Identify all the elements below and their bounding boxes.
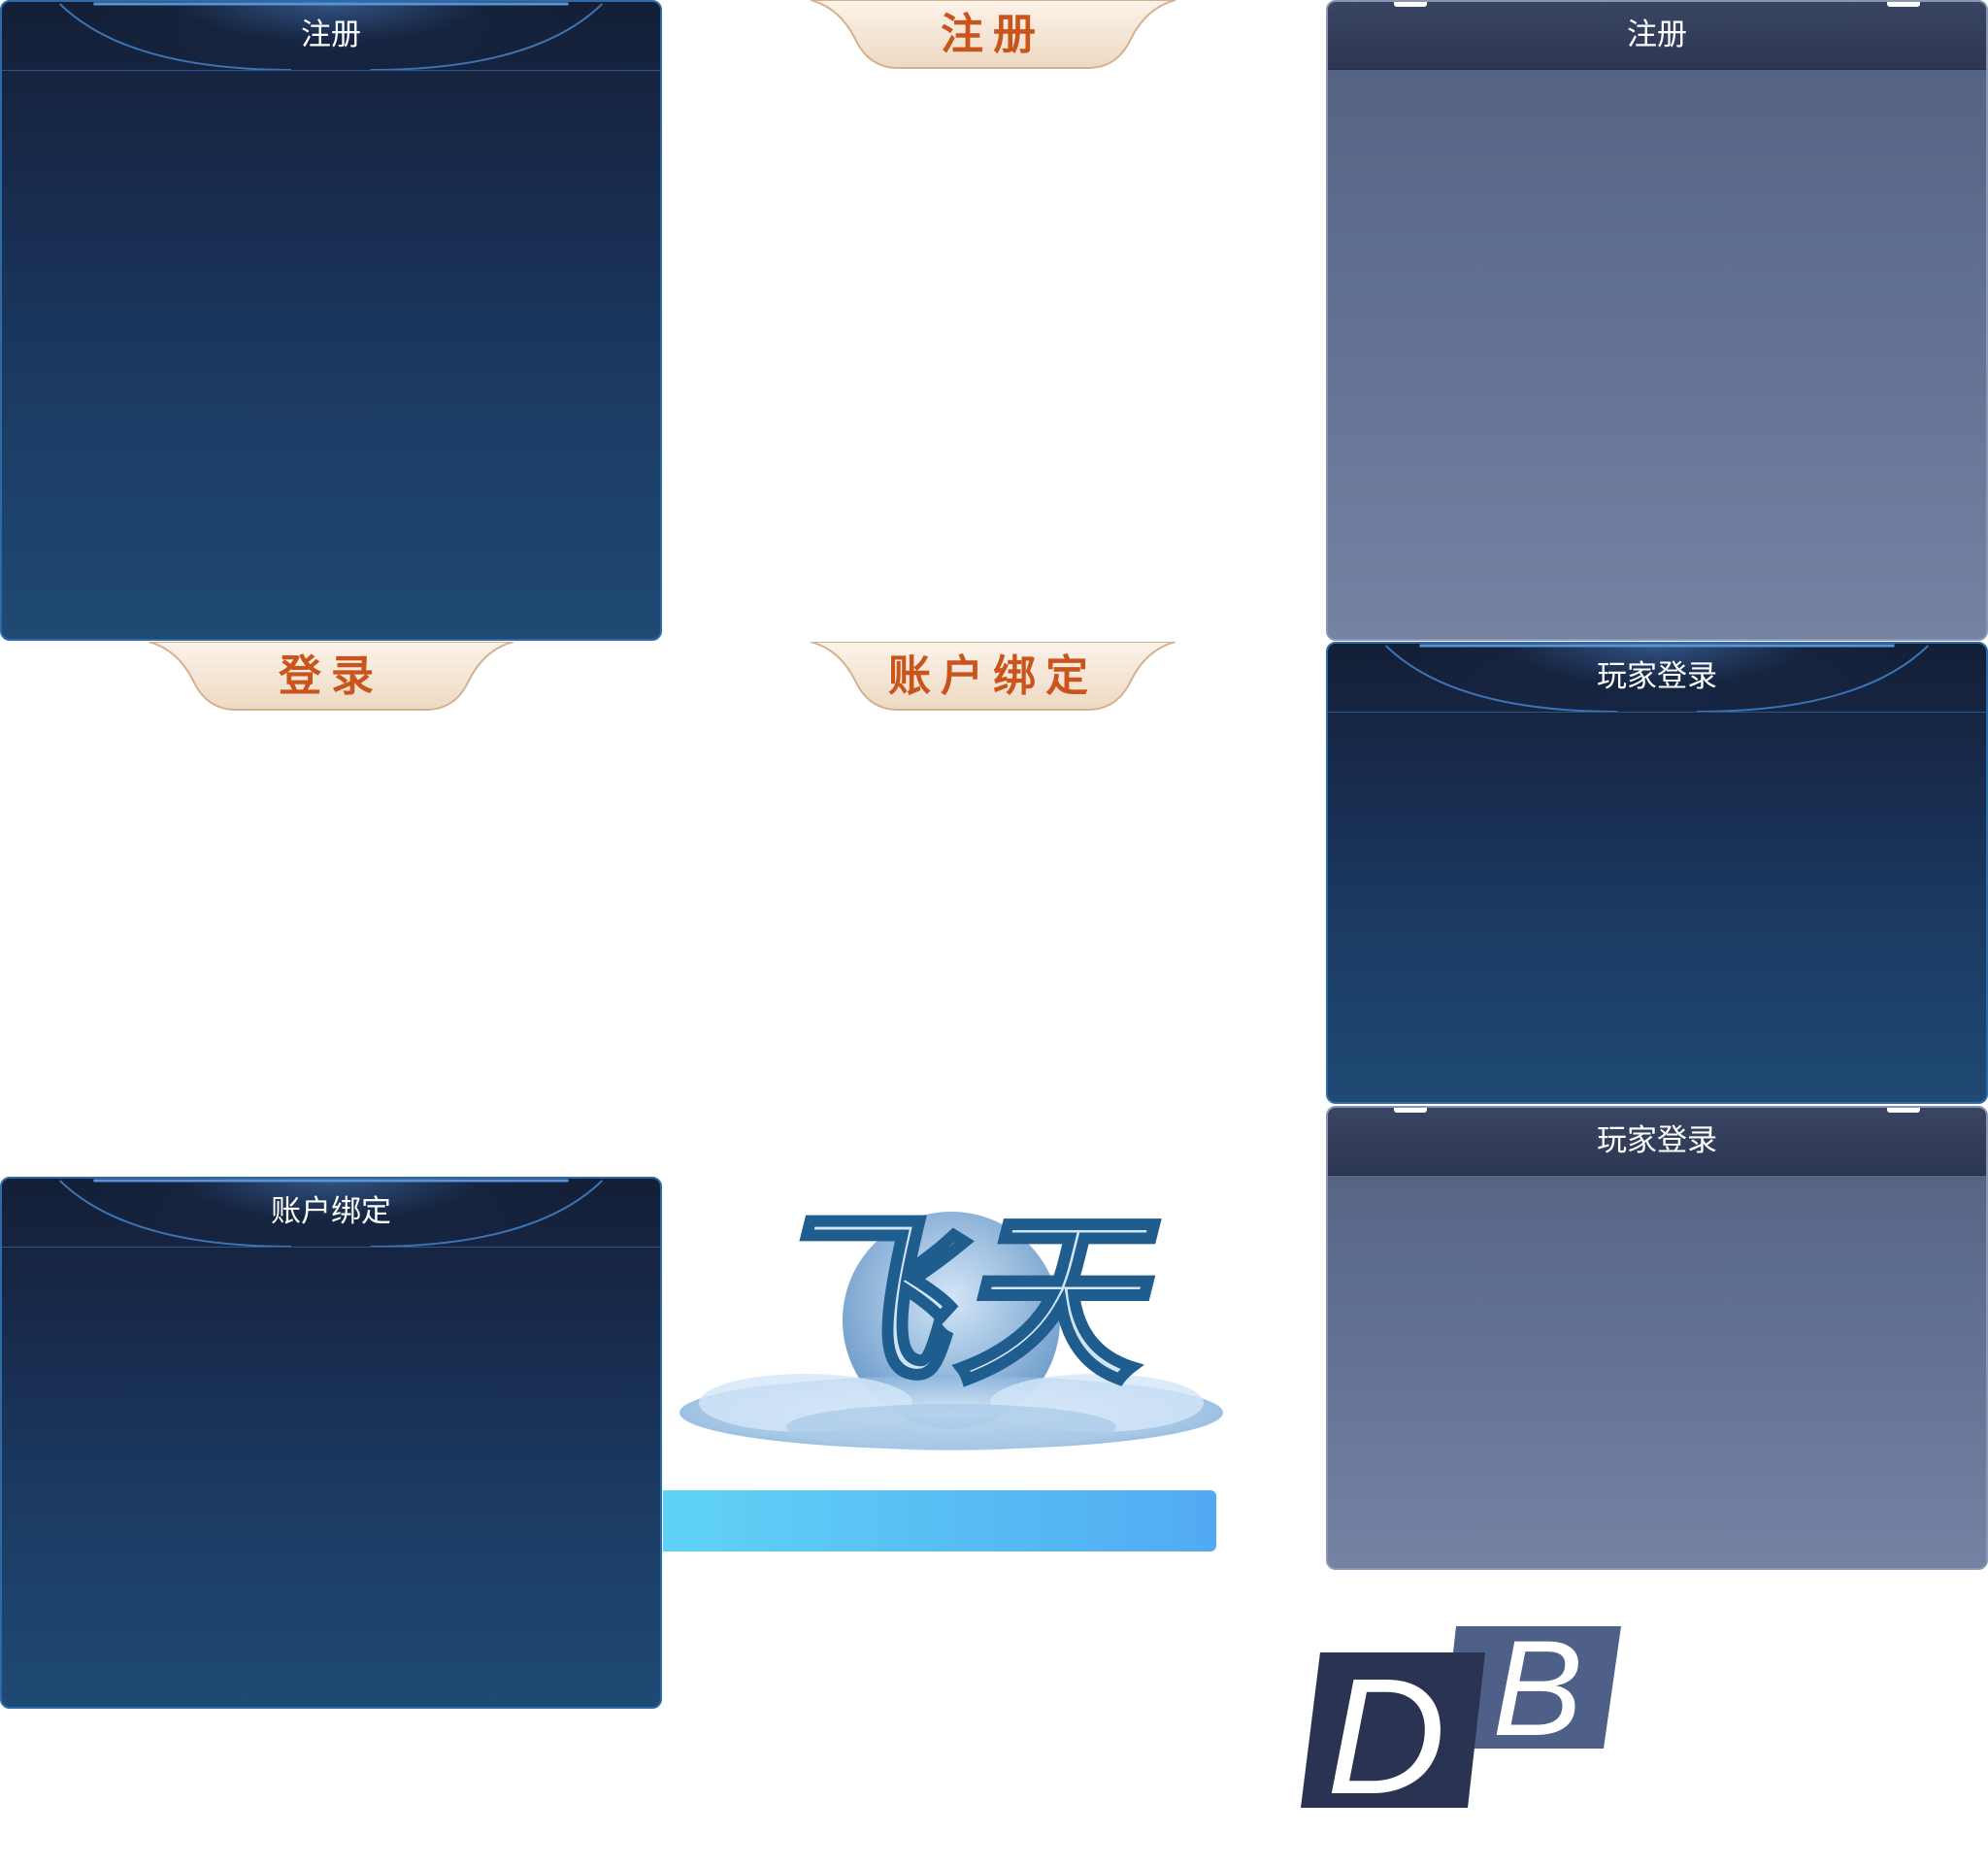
tab-account-bind[interactable]: 账户绑定 (811, 642, 1176, 714)
player-login-panel-gray: 玩家登录 (1326, 1106, 1988, 1570)
tab-register[interactable]: 注册 (811, 0, 1176, 72)
header-corner-tick (1394, 2, 1427, 7)
panel-title: 注册 (1627, 17, 1687, 52)
panel-title: 玩家登录 (1597, 1123, 1717, 1158)
panel-title: 注册 (301, 17, 361, 52)
tab-label: 登录 (279, 651, 383, 701)
game-logo: 飞天 (660, 1175, 1248, 1466)
account-bind-panel-dark: 账户绑定 (0, 1177, 662, 1709)
tab-label: 账户绑定 (888, 651, 1098, 701)
tab-login[interactable]: 登录 (149, 642, 514, 714)
register-panel-gray: 注册 (1326, 0, 1988, 641)
register-panel-dark: 注册 (0, 0, 662, 641)
header-corner-tick (1394, 1108, 1427, 1113)
logo-text: 飞天 (759, 1191, 1146, 1411)
tab-label: 注册 (941, 10, 1045, 59)
gradient-bar (663, 1490, 1216, 1551)
db-logo-badge: D B (1301, 1612, 1626, 1829)
player-login-panel-dark: 玩家登录 (1326, 642, 1988, 1104)
panel-title: 玩家登录 (1597, 659, 1717, 694)
header-corner-tick (1887, 2, 1920, 7)
badge-letter-d: D (1327, 1645, 1446, 1813)
panel-title: 账户绑定 (271, 1194, 391, 1229)
header-corner-tick (1887, 1108, 1920, 1113)
badge-letter-b: B (1492, 1626, 1582, 1764)
